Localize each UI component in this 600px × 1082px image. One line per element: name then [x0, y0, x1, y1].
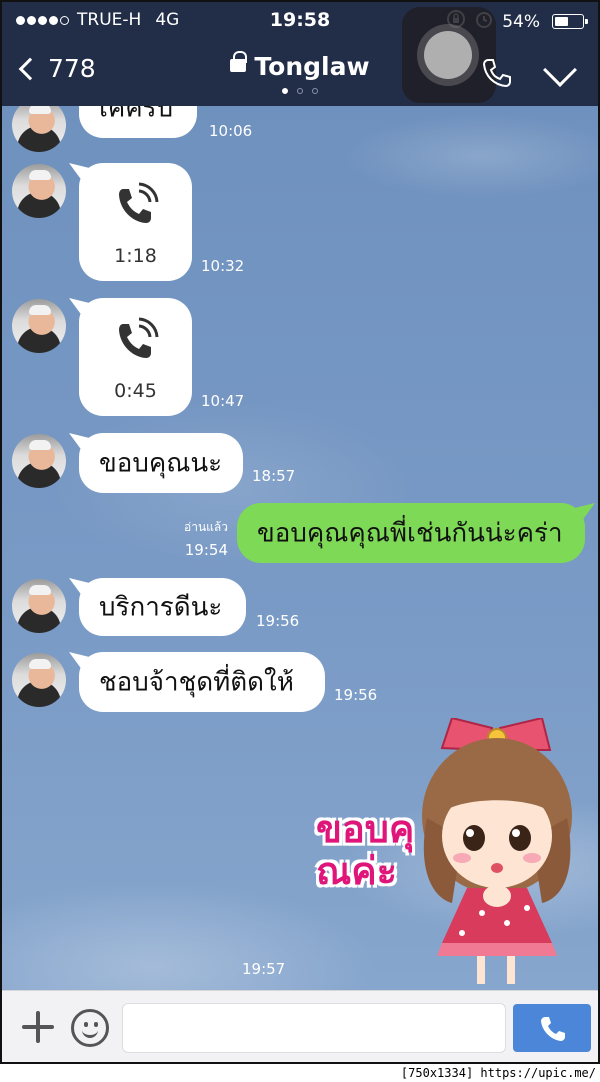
sticker-message[interactable]: ขอบคุณค่ะ [302, 716, 592, 988]
message-bubble[interactable]: เคครับ [79, 106, 197, 138]
my-message-bubble[interactable]: ขอบคุณคุณพี่เช่นกันน่ะคร่า [237, 503, 585, 563]
plus-icon[interactable] [22, 1011, 54, 1043]
voice-call-button[interactable] [513, 1004, 591, 1052]
avatar[interactable] [12, 106, 66, 152]
message-time: 10:06 [209, 122, 253, 140]
message-text: ขอบคุณคุณพี่เช่นกันน่ะคร่า [257, 518, 563, 549]
message-time: 19:56 [256, 612, 300, 630]
call-icon [119, 182, 159, 223]
call-bubble[interactable]: 1:18 [79, 163, 192, 281]
message-bubble[interactable]: ชอบจ้าชุดที่ติดให้ [79, 652, 325, 712]
chat-header: 778 Tonglaw [2, 7, 598, 106]
call-duration: 1:18 [114, 245, 157, 267]
avatar[interactable] [12, 299, 66, 353]
read-label: อ่านแล้ว [184, 520, 228, 534]
message-time: 19:54 [184, 541, 228, 559]
avatar[interactable] [12, 434, 66, 488]
app-frame: TRUE-H 4G 19:58 54% 778 Tonglaw เคครับ 1… [0, 0, 600, 1064]
lock-icon [230, 50, 248, 72]
message-text: เคครับ [99, 106, 174, 124]
message-time: 18:57 [252, 467, 296, 485]
battery-icon [552, 14, 588, 29]
status-bar: TRUE-H 4G 19:58 54% [2, 2, 598, 40]
message-time: 19:56 [334, 686, 378, 704]
message-bubble[interactable]: ขอบคุณนะ [79, 433, 243, 493]
input-bar [2, 990, 598, 1062]
call-icon [119, 317, 159, 358]
call-button[interactable] [480, 56, 514, 94]
message-input[interactable] [122, 1003, 506, 1053]
message-time: 19:57 [242, 960, 286, 978]
message-text: ชอบจ้าชุดที่ติดให้ [99, 667, 294, 698]
sticker-text: ขอบคุณค่ะ [316, 807, 415, 893]
battery-percent: 54% [502, 11, 540, 32]
chat-title-text: Tonglaw [254, 52, 370, 81]
emoji-icon[interactable] [71, 1009, 109, 1047]
avatar[interactable] [12, 653, 66, 707]
message-text: ขอบคุณนะ [99, 448, 223, 479]
message-time: 10:32 [201, 257, 245, 275]
watermark-footer: [750x1334] https://upic.me/ [0, 1064, 600, 1082]
message-time: 10:47 [201, 392, 245, 410]
avatar[interactable] [12, 164, 66, 218]
message-bubble[interactable]: บริการดีนะ [79, 578, 246, 636]
message-text: บริการดีนะ [99, 592, 223, 623]
call-bubble[interactable]: 0:45 [79, 298, 192, 416]
read-receipt: อ่านแล้ว 19:54 [170, 518, 228, 559]
avatar[interactable] [12, 579, 66, 633]
phone-icon [482, 59, 511, 88]
phone-icon [541, 1017, 565, 1041]
chat-area[interactable]: เคครับ 10:06 1:18 10:32 0:45 10:47 ขอบคุ… [2, 106, 598, 990]
call-duration: 0:45 [114, 380, 157, 402]
